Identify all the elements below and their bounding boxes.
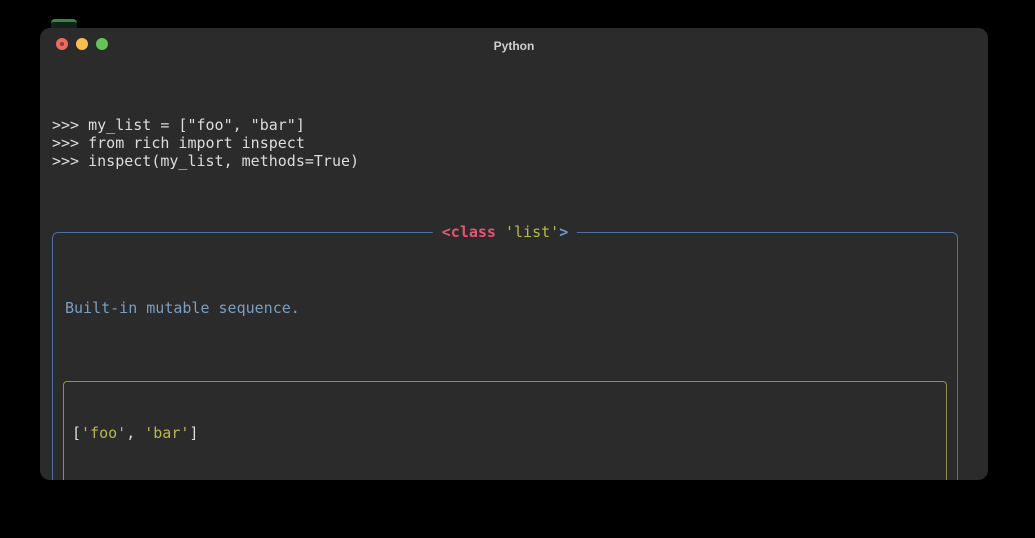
panel-title: <class 'list'> [432, 222, 578, 242]
titlebar: Python [40, 28, 988, 58]
inspect-panel: <class 'list'> Built-in mutable sequence… [52, 222, 958, 480]
close-dot-icon [60, 42, 64, 46]
window-title: Python [493, 39, 535, 53]
repl-history: >>> my_list = ["foo", "bar"] >>> from ric… [52, 116, 976, 170]
repl-line: >>> inspect(my_list, methods=True) [52, 152, 360, 170]
value-line: ['foo', 'bar'] [72, 424, 199, 442]
close-button[interactable] [56, 38, 68, 50]
window-controls [56, 38, 108, 50]
value-box: ['foo', 'bar'] [63, 381, 947, 480]
terminal-window: Python >>> my_list = ["foo", "bar"] >>> f… [40, 28, 988, 480]
desktop: Python >>> my_list = ["foo", "bar"] >>> f… [0, 0, 1035, 538]
minimize-button[interactable] [76, 38, 88, 50]
repl-line: >>> my_list = ["foo", "bar"] [52, 116, 305, 134]
repl-line: >>> from rich import inspect [52, 134, 305, 152]
class-docstring: Built-in mutable sequence. [65, 299, 300, 317]
zoom-button[interactable] [96, 38, 108, 50]
terminal-content[interactable]: >>> my_list = ["foo", "bar"] >>> from ric… [40, 58, 988, 480]
